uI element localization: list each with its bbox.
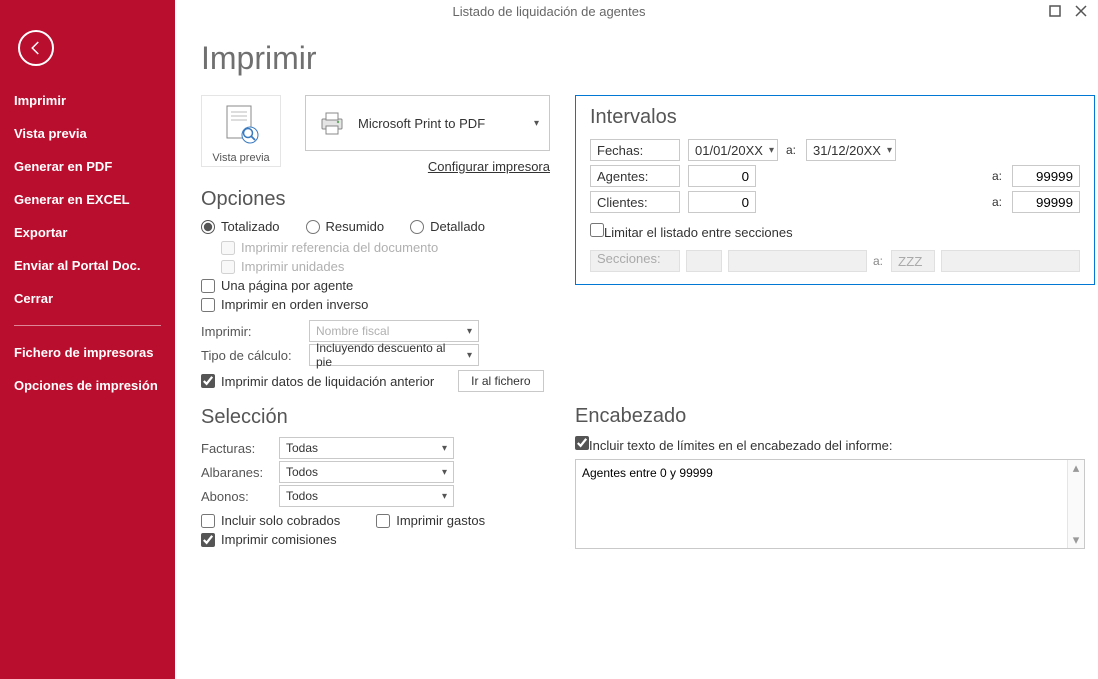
lbl-imprimir: Imprimir: bbox=[201, 324, 301, 339]
preview-label: Vista previa bbox=[212, 152, 269, 164]
sidebar-item-generar-excel[interactable]: Generar en EXCEL bbox=[0, 183, 175, 216]
lbl-albaranes: Albaranes: bbox=[201, 465, 271, 480]
opciones-heading: Opciones bbox=[201, 188, 551, 211]
select-albaranes[interactable]: Todos▾ bbox=[279, 461, 454, 483]
sidebar-item-generar-pdf[interactable]: Generar en PDF bbox=[0, 150, 175, 183]
agentes-hasta[interactable] bbox=[1012, 165, 1080, 187]
sidebar-item-enviar-portal[interactable]: Enviar al Portal Doc. bbox=[0, 249, 175, 282]
select-tipocalc[interactable]: Incluyendo descuento al pie▾ bbox=[309, 344, 479, 366]
seleccion-heading: Selección bbox=[201, 406, 551, 429]
radio-detallado[interactable]: Detallado bbox=[410, 219, 485, 234]
select-imprimir: Nombre fiscal▾ bbox=[309, 320, 479, 342]
fecha-hasta[interactable]: 31/12/20XX▾ bbox=[806, 139, 896, 161]
lbl-fechas: Fechas: bbox=[590, 139, 680, 161]
secciones-hasta-name bbox=[941, 250, 1080, 272]
printer-icon bbox=[316, 107, 348, 139]
chk-incluir-texto[interactable]: Incluir texto de límites en el encabezad… bbox=[575, 436, 893, 453]
lbl-a-secciones: a: bbox=[873, 254, 885, 268]
encabezado-textarea-wrap: ▴ ▾ bbox=[575, 459, 1085, 549]
textarea-scrollbar[interactable]: ▴ ▾ bbox=[1067, 460, 1084, 548]
sidebar-item-vista-previa[interactable]: Vista previa bbox=[0, 117, 175, 150]
chk-gastos[interactable]: Imprimir gastos bbox=[376, 513, 485, 528]
maximize-button[interactable] bbox=[1048, 4, 1062, 18]
select-abonos[interactable]: Todos▾ bbox=[279, 485, 454, 507]
chk-ref-documento: Imprimir referencia del documento bbox=[221, 240, 438, 255]
sidebar: Imprimir Vista previa Generar en PDF Gen… bbox=[0, 0, 175, 679]
configure-printer-link[interactable]: Configurar impresora bbox=[305, 159, 550, 174]
sidebar-item-opciones-impresion[interactable]: Opciones de impresión bbox=[0, 369, 175, 402]
lbl-a-agentes: a: bbox=[992, 169, 1004, 183]
chk-unidades: Imprimir unidades bbox=[221, 259, 344, 274]
sidebar-item-imprimir[interactable]: Imprimir bbox=[0, 84, 175, 117]
clientes-hasta[interactable] bbox=[1012, 191, 1080, 213]
lbl-agentes: Agentes: bbox=[590, 165, 680, 187]
scroll-down-icon[interactable]: ▾ bbox=[1068, 532, 1084, 548]
sidebar-item-fichero-impresoras[interactable]: Fichero de impresoras bbox=[0, 336, 175, 369]
page-title: Imprimir bbox=[201, 40, 1095, 77]
lbl-facturas: Facturas: bbox=[201, 441, 271, 456]
lbl-secciones: Secciones: bbox=[590, 250, 680, 272]
sidebar-item-cerrar[interactable]: Cerrar bbox=[0, 282, 175, 315]
btn-ir-fichero[interactable]: Ir al fichero bbox=[458, 370, 543, 392]
lbl-a-clientes: a: bbox=[992, 195, 1004, 209]
printer-select[interactable]: Microsoft Print to PDF ▾ bbox=[305, 95, 550, 151]
lbl-abonos: Abonos: bbox=[201, 489, 271, 504]
scroll-up-icon[interactable]: ▴ bbox=[1068, 460, 1084, 476]
printer-name: Microsoft Print to PDF bbox=[358, 116, 524, 131]
chevron-down-icon: ▾ bbox=[534, 118, 539, 129]
agentes-desde[interactable] bbox=[688, 165, 756, 187]
chk-solo-cobrados[interactable]: Incluir solo cobrados bbox=[201, 513, 340, 528]
chk-datos-liq[interactable]: Imprimir datos de liquidación anterior bbox=[201, 374, 434, 389]
chk-limitar-secciones[interactable]: Limitar el listado entre secciones bbox=[590, 223, 793, 240]
radio-totalizado[interactable]: Totalizado bbox=[201, 219, 280, 234]
back-button[interactable] bbox=[18, 30, 54, 66]
encabezado-heading: Encabezado bbox=[575, 405, 1095, 428]
preview-button[interactable]: Vista previa bbox=[201, 95, 281, 167]
document-preview-icon bbox=[217, 102, 265, 150]
secciones-hasta-code bbox=[891, 250, 935, 272]
chk-una-pagina[interactable]: Una página por agente bbox=[201, 278, 353, 293]
intervalos-panel: Intervalos Fechas: 01/01/20XX▾ a: 31/12/… bbox=[575, 95, 1095, 285]
close-button[interactable] bbox=[1074, 4, 1088, 18]
lbl-clientes: Clientes: bbox=[590, 191, 680, 213]
sidebar-item-exportar[interactable]: Exportar bbox=[0, 216, 175, 249]
secciones-desde-code bbox=[686, 250, 722, 272]
encabezado-textarea[interactable] bbox=[576, 460, 1066, 548]
secciones-desde-name bbox=[728, 250, 867, 272]
intervalos-heading: Intervalos bbox=[590, 106, 1080, 129]
lbl-a-fecha: a: bbox=[786, 143, 798, 157]
clientes-desde[interactable] bbox=[688, 191, 756, 213]
radio-resumido[interactable]: Resumido bbox=[306, 219, 385, 234]
window-title: Listado de liquidación de agentes bbox=[0, 0, 1098, 24]
chk-orden-inverso[interactable]: Imprimir en orden inverso bbox=[201, 297, 368, 312]
fecha-desde[interactable]: 01/01/20XX▾ bbox=[688, 139, 778, 161]
chk-comisiones[interactable]: Imprimir comisiones bbox=[201, 532, 337, 547]
lbl-tipocalc: Tipo de cálculo: bbox=[201, 348, 301, 363]
select-facturas[interactable]: Todas▾ bbox=[279, 437, 454, 459]
